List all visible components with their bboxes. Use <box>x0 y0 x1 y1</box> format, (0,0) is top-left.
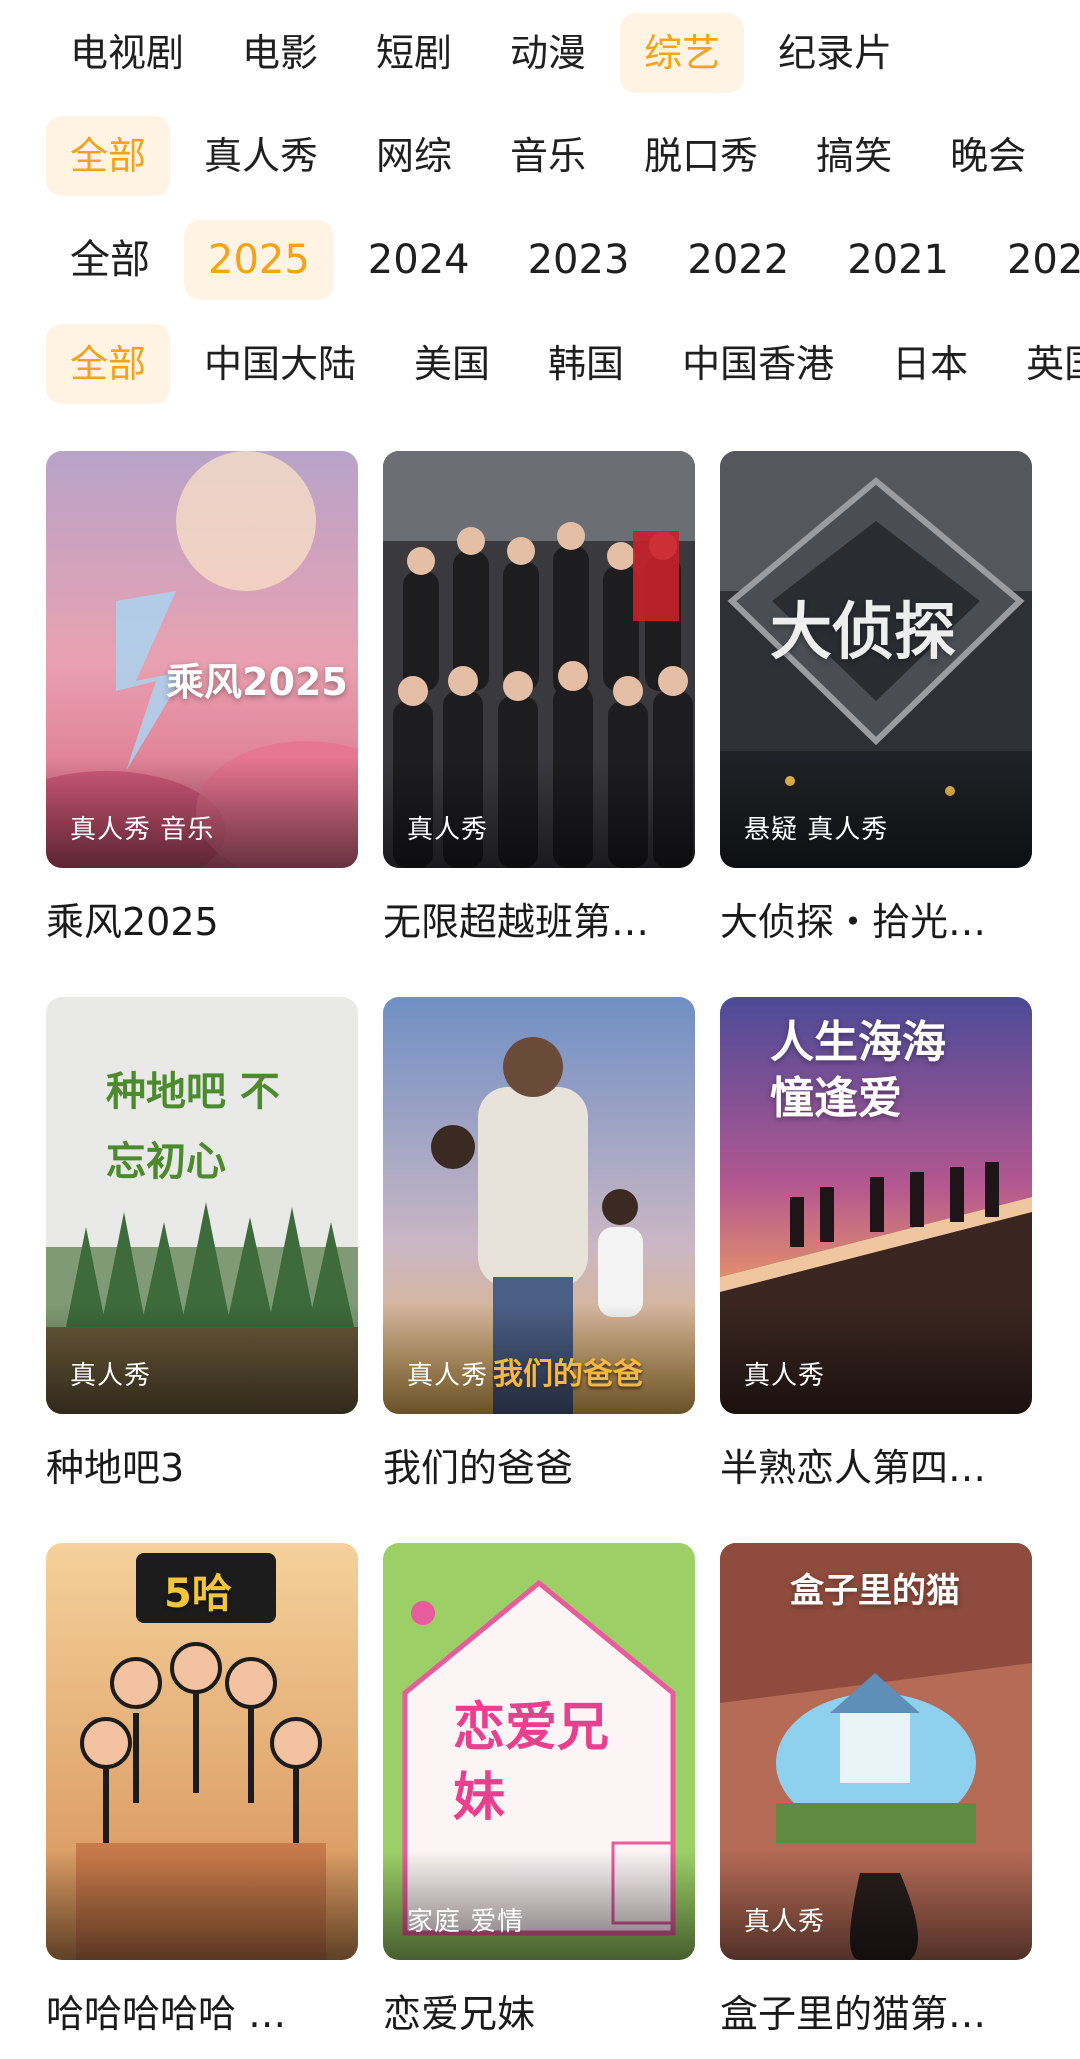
show-tags: 真人秀 <box>744 1361 826 1391</box>
show-tags: 真人秀 <box>70 1361 152 1391</box>
poster-image[interactable]: 大侦探 悬疑 真人秀 <box>720 451 1032 868</box>
show-card[interactable]: 乘风2025 真人秀 音乐 乘风2025 <box>46 451 358 957</box>
genre-filter-chip[interactable]: 全部 <box>46 116 171 196</box>
year-filter-chip[interactable]: 全部 <box>46 220 174 300</box>
year-filter-chip[interactable]: 2023 <box>504 220 654 300</box>
year-filter-chip[interactable]: 2022 <box>663 220 813 300</box>
poster-image[interactable]: 5哈 <box>46 1543 358 1960</box>
poster-image[interactable]: 种地吧 不忘初心 真人秀 <box>46 997 358 1414</box>
show-title[interactable]: 种地吧3 <box>46 1437 358 1492</box>
show-card[interactable]: 盒子里的猫 真人秀 盒子里的猫第… <box>720 1543 1032 2049</box>
poster-title-art: 5哈 <box>164 1571 232 1617</box>
genre-filter-chip[interactable]: 网综 <box>352 116 476 196</box>
genre-filter-chip[interactable]: 搞笑 <box>792 116 916 196</box>
show-title[interactable]: 无限超越班第… <box>383 891 695 946</box>
show-card[interactable]: 种地吧 不忘初心 真人秀 种地吧3 <box>46 997 358 1503</box>
poster-title-art: 恋爱兄妹 <box>453 1698 610 1828</box>
type-filter-chip[interactable]: 电视剧 <box>46 13 208 93</box>
region-filter-chip[interactable]: 日本 <box>868 324 992 404</box>
region-filter-chip[interactable]: 中国香港 <box>658 324 858 404</box>
poster-image[interactable]: 人生海海 憧逢爱 真人秀 <box>720 997 1032 1414</box>
poster-title-art: 种地吧 不忘初心 <box>106 1069 280 1185</box>
genre-filter-chip[interactable]: 访谈 <box>1060 116 1080 196</box>
show-card[interactable]: 恋爱兄妹 家庭 爱情 恋爱兄妹 <box>383 1543 695 2049</box>
poster-title-art: 大侦探 <box>770 595 957 668</box>
region-filter-chip[interactable]: 全部 <box>46 324 171 404</box>
show-card[interactable]: 真人秀 无限超越班第… <box>383 451 695 957</box>
type-filter-chip[interactable]: 动漫 <box>486 13 610 93</box>
genre-filter-chip[interactable]: 音乐 <box>486 116 610 196</box>
genre-filter-chip[interactable]: 真人秀 <box>180 116 342 196</box>
region-filter-row: 全部中国大陆美国韩国中国香港日本英国 <box>46 324 1080 404</box>
show-title[interactable]: 我们的爸爸 <box>383 1437 695 1492</box>
year-filter-chip[interactable]: 2025 <box>184 220 334 300</box>
year-filter-row: 全部2025202420232022202120202019 <box>46 220 1080 300</box>
genre-filter-chip[interactable]: 脱口秀 <box>620 116 782 196</box>
region-filter-chip[interactable]: 美国 <box>390 324 514 404</box>
region-filter-chip[interactable]: 英国 <box>1002 324 1080 404</box>
show-card[interactable]: 大侦探 悬疑 真人秀 大侦探・拾光… <box>720 451 1032 957</box>
show-tags: 真人秀 音乐 <box>70 815 215 845</box>
show-title[interactable]: 盒子里的猫第… <box>720 1983 1032 2038</box>
genre-filter-row: 全部真人秀网综音乐脱口秀搞笑晚会访谈 <box>46 116 1080 196</box>
poster-title-art: 盒子里的猫 <box>790 1571 960 1611</box>
type-filter-chip[interactable]: 短剧 <box>352 13 476 93</box>
show-title[interactable]: 大侦探・拾光… <box>720 891 1032 946</box>
show-card[interactable]: 人生海海 憧逢爱 真人秀 半熟恋人第四… <box>720 997 1032 1503</box>
show-tags: 家庭 爱情 <box>407 1907 525 1937</box>
show-tags: 真人秀 <box>744 1907 826 1937</box>
year-filter-chip[interactable]: 2024 <box>344 220 494 300</box>
show-tags: 真人秀 <box>407 815 489 845</box>
poster-image[interactable]: 真人秀 <box>383 451 695 868</box>
poster-image[interactable]: 盒子里的猫 真人秀 <box>720 1543 1032 1960</box>
show-title[interactable]: 半熟恋人第四… <box>720 1437 1032 1492</box>
type-filter-chip[interactable]: 综艺 <box>620 13 745 93</box>
show-title[interactable]: 哈哈哈哈哈 … <box>46 1983 358 2038</box>
year-filter-chip[interactable]: 2020 <box>983 220 1080 300</box>
poster-title-art: 我们的爸爸 <box>493 1357 643 1392</box>
region-filter-chip[interactable]: 韩国 <box>524 324 648 404</box>
poster-shade <box>46 1850 358 1960</box>
year-filter-chip[interactable]: 2021 <box>823 220 973 300</box>
show-card[interactable]: 5哈 哈哈哈哈哈 … <box>46 1543 358 2049</box>
show-tags: 真人秀 <box>407 1361 489 1391</box>
poster-title-art: 乘风2025 <box>166 660 348 704</box>
show-title[interactable]: 恋爱兄妹 <box>383 1983 695 2038</box>
region-filter-chip[interactable]: 中国大陆 <box>180 324 380 404</box>
poster-title-art: 人生海海 憧逢爱 <box>770 1017 946 1124</box>
show-tags: 悬疑 真人秀 <box>744 815 889 845</box>
type-filter-chip[interactable]: 电影 <box>218 13 342 93</box>
poster-image[interactable]: 乘风2025 真人秀 音乐 <box>46 451 358 868</box>
poster-image[interactable]: 恋爱兄妹 家庭 爱情 <box>383 1543 695 1960</box>
show-grid: 乘风2025 真人秀 音乐 乘风2025 真人秀 无限超越班第… 大侦探 悬疑 … <box>46 451 1032 2049</box>
genre-filter-chip[interactable]: 晚会 <box>926 116 1050 196</box>
type-filter-chip[interactable]: 纪录片 <box>754 13 916 93</box>
show-card[interactable]: 真人秀 我们的爸爸 我们的爸爸 <box>383 997 695 1503</box>
content-type-filter-row: 电视剧 电影 短剧 动漫 综艺 纪录片 <box>46 13 1080 93</box>
poster-image[interactable]: 真人秀 我们的爸爸 <box>383 997 695 1414</box>
show-title[interactable]: 乘风2025 <box>46 891 358 946</box>
